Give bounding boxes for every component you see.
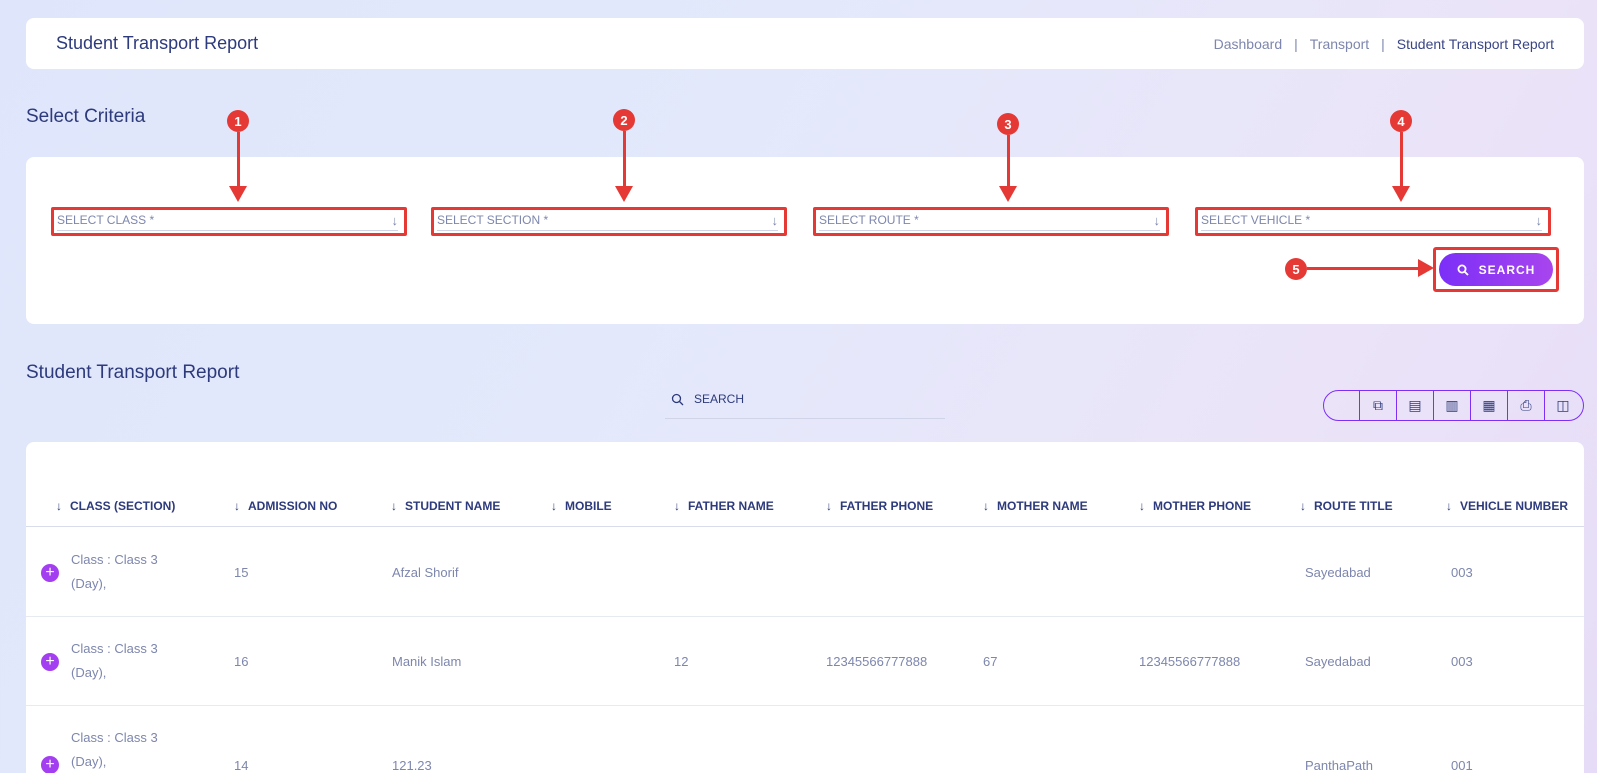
column-header[interactable]: ↓ FATHER NAME xyxy=(674,499,774,513)
column-header[interactable]: ↓ MOTHER PHONE xyxy=(1139,499,1251,513)
select-section[interactable]: SELECT SECTION * ↓ xyxy=(431,207,787,236)
sort-icon: ↓ xyxy=(826,499,832,513)
cell-vehicle-number: 003 xyxy=(1451,565,1473,580)
search-button-label: SEARCH xyxy=(1478,262,1536,277)
column-header[interactable]: ↓ CLASS (SECTION) xyxy=(56,499,175,513)
column-header[interactable]: ↓ MOTHER NAME xyxy=(983,499,1088,513)
cell-student-name: 121.23 xyxy=(392,758,432,773)
excel-icon[interactable]: ▤ xyxy=(1396,391,1433,420)
expand-plus-icon[interactable]: + xyxy=(41,564,59,582)
report-title: Student Transport Report xyxy=(26,362,240,383)
table-row: + Class : Class 3 (Day), 16 Manik Islam … xyxy=(26,617,1584,706)
page-title: Student Transport Report xyxy=(56,33,259,53)
marker-5: 5 xyxy=(1285,258,1307,280)
select-class-placeholder: SELECT CLASS * xyxy=(57,213,155,227)
annotation-arrow xyxy=(1307,259,1434,277)
sort-icon: ↓ xyxy=(551,499,557,513)
select-section-placeholder: SELECT SECTION * xyxy=(437,213,549,227)
select-vehicle-placeholder: SELECT VEHICLE * xyxy=(1201,213,1311,227)
breadcrumb: Dashboard | Transport | Student Transpor… xyxy=(1214,36,1554,52)
column-header[interactable]: ↓ ROUTE TITLE xyxy=(1300,499,1393,513)
print-icon[interactable]: ⎙ xyxy=(1507,391,1544,420)
criteria-card xyxy=(26,157,1584,324)
copy-icon[interactable]: ⧉ xyxy=(1359,391,1396,420)
arrow-down-icon: ↓ xyxy=(771,212,779,228)
cell-father-name: 12 xyxy=(674,654,689,669)
breadcrumb-separator: | xyxy=(1294,35,1298,52)
annotation-arrow xyxy=(615,131,633,202)
cell-mother-name: 67 xyxy=(983,654,998,669)
select-route[interactable]: SELECT ROUTE * ↓ xyxy=(813,207,1169,236)
csv-icon[interactable]: ▥ xyxy=(1433,391,1470,420)
marker-3: 3 xyxy=(997,113,1019,135)
breadcrumb-separator: | xyxy=(1381,35,1385,52)
cell-father-phone: 12345566777888 xyxy=(826,654,928,669)
marker-1: 1 xyxy=(227,110,249,132)
column-header[interactable]: ↓ ADMISSION NO xyxy=(234,499,337,513)
column-header[interactable]: ↓ MOBILE xyxy=(551,499,612,513)
sort-icon: ↓ xyxy=(1139,499,1145,513)
breadcrumb-transport[interactable]: Transport xyxy=(1310,36,1369,52)
sort-icon: ↓ xyxy=(391,499,397,513)
cell-student-name: Manik Islam xyxy=(392,654,462,669)
export-toolbar: ⧉ ▤ ▥ ▦ ⎙ ◫ xyxy=(1323,390,1584,421)
criteria-title: Select Criteria xyxy=(26,106,146,127)
arrow-down-icon: ↓ xyxy=(1535,212,1543,228)
breadcrumb-current: Student Transport Report xyxy=(1396,35,1554,52)
cell-admission-no: 14 xyxy=(234,758,249,773)
column-header[interactable]: ↓ VEHICLE NUMBER xyxy=(1446,499,1568,513)
search-icon xyxy=(671,393,684,405)
table-row: + Class : Class 3 (Day), 14 121.23 Panth… xyxy=(26,706,1584,773)
sort-icon: ↓ xyxy=(56,499,62,513)
cell-class-section: Class : Class 3 (Day), xyxy=(71,730,158,769)
annotation-arrow xyxy=(999,135,1017,202)
table-row: + Class : Class 3 (Day), 15 Afzal Shorif… xyxy=(26,528,1584,617)
sort-icon: ↓ xyxy=(1300,499,1306,513)
sort-icon: ↓ xyxy=(983,499,989,513)
sort-icon: ↓ xyxy=(234,499,240,513)
table-header: ↓ CLASS (SECTION) ↓ ADMISSION NO ↓ STUDENT … xyxy=(26,487,1584,527)
table-search-input[interactable]: SEARCH xyxy=(665,380,945,419)
select-vehicle[interactable]: SELECT VEHICLE * ↓ xyxy=(1195,207,1551,236)
cell-student-name: Afzal Shorif xyxy=(392,565,459,580)
cell-route-title: Sayedabad xyxy=(1305,565,1371,580)
cell-admission-no: 15 xyxy=(234,565,249,580)
sort-icon: ↓ xyxy=(674,499,680,513)
column-header[interactable]: ↓ STUDENT NAME xyxy=(391,499,500,513)
select-route-placeholder: SELECT ROUTE * xyxy=(819,213,919,227)
cell-class-section: Class : Class 3 (Day), xyxy=(71,641,158,680)
annotation-arrow xyxy=(1392,132,1410,202)
breadcrumb-dashboard[interactable]: Dashboard xyxy=(1214,36,1283,52)
expand-plus-icon[interactable]: + xyxy=(41,653,59,671)
cell-class-section: Class : Class 3 (Day), xyxy=(71,552,158,591)
column-header[interactable]: ↓ FATHER PHONE xyxy=(826,499,933,513)
marker-4: 4 xyxy=(1390,110,1412,132)
expand-plus-icon[interactable]: + xyxy=(41,756,59,773)
cell-mother-phone: 12345566777888 xyxy=(1139,654,1241,669)
table-search-placeholder: SEARCH xyxy=(694,392,745,406)
search-button-highlight: SEARCH xyxy=(1433,247,1559,292)
cell-route-title: Sayedabad xyxy=(1305,654,1371,669)
pdf-icon[interactable]: ▦ xyxy=(1470,391,1507,420)
arrow-down-icon: ↓ xyxy=(391,212,399,228)
search-icon xyxy=(1457,264,1469,276)
marker-2: 2 xyxy=(613,109,635,131)
search-button[interactable]: SEARCH xyxy=(1439,253,1553,286)
cell-vehicle-number: 003 xyxy=(1451,654,1473,669)
cell-vehicle-number: 001 xyxy=(1451,758,1473,773)
columns-icon[interactable]: ◫ xyxy=(1544,391,1581,420)
cell-admission-no: 16 xyxy=(234,654,249,669)
arrow-down-icon: ↓ xyxy=(1153,212,1161,228)
annotation-arrow xyxy=(229,132,247,202)
cell-route-title: PanthaPath xyxy=(1305,758,1373,773)
header-card: Student Transport Report Dashboard | Tra… xyxy=(26,18,1584,69)
select-class[interactable]: SELECT CLASS * ↓ xyxy=(51,207,407,236)
report-table: ↓ CLASS (SECTION) ↓ ADMISSION NO ↓ STUDENT … xyxy=(26,442,1584,773)
sort-icon: ↓ xyxy=(1446,499,1452,513)
